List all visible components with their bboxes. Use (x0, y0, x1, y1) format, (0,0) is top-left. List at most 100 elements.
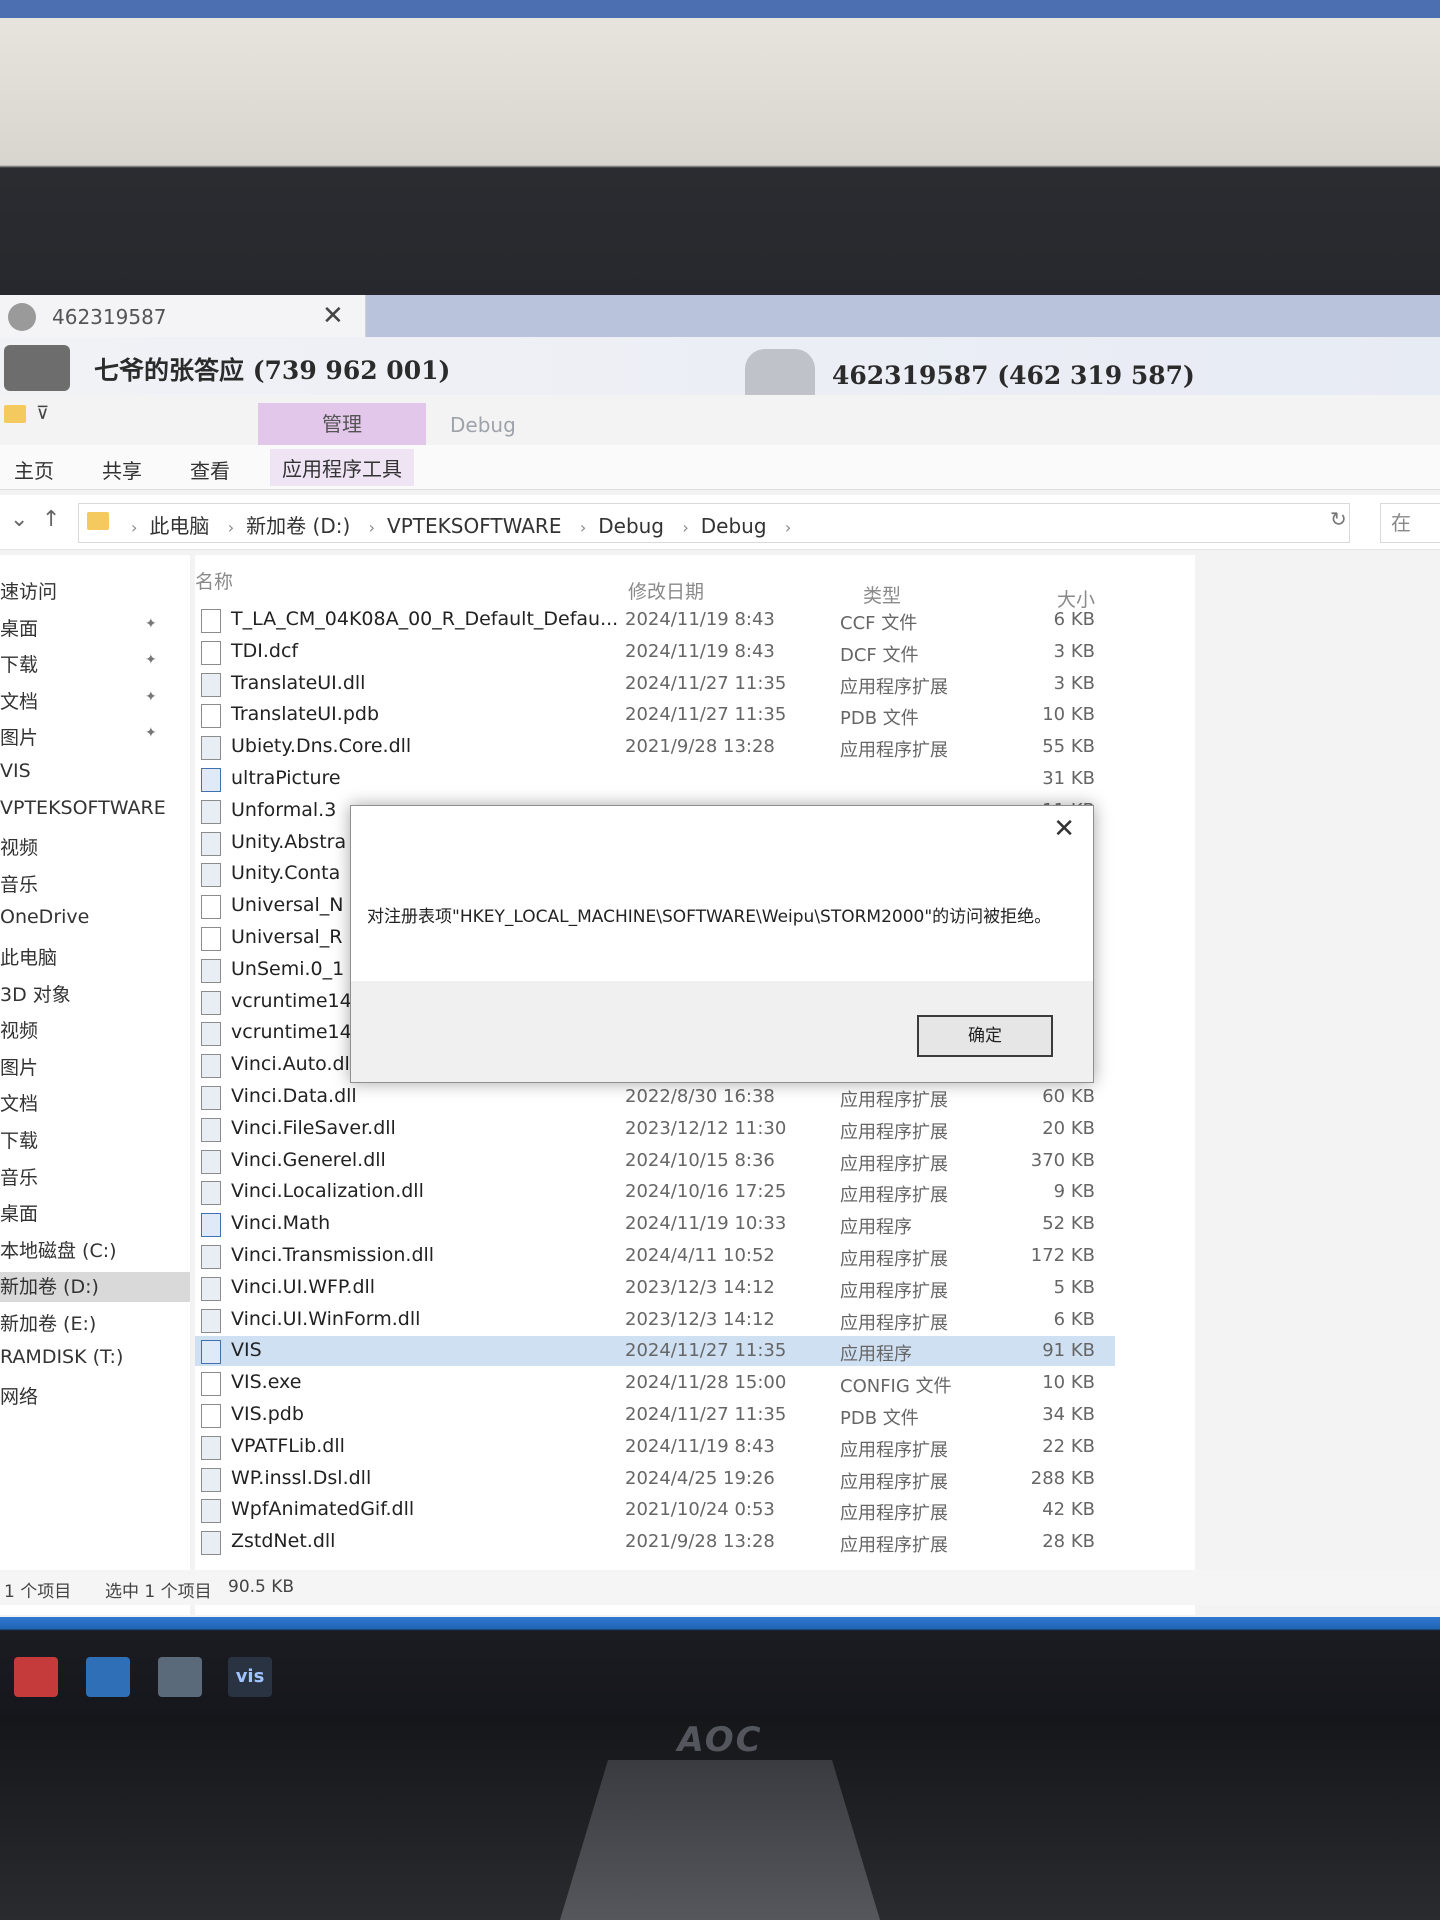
address-box[interactable]: › 此电脑 › 新加卷 (D:) › VPTEKSOFTWARE › Debug › De… (78, 503, 1350, 543)
file-date: 2024/11/19 10:33 (625, 1213, 787, 1235)
sidebar-item[interactable]: 视频 (0, 833, 190, 863)
sidebar-item[interactable]: 下载 ✦ (0, 650, 190, 680)
file-date: 2024/4/25 19:26 (625, 1467, 775, 1489)
search-input[interactable]: 在 (1380, 503, 1440, 543)
sidebar-item[interactable]: 视频 (0, 1016, 190, 1046)
chat-tab[interactable]: 462319587 ✕ (0, 295, 366, 337)
file-row[interactable]: VIS.pdb 2024/11/27 11:35 PDB 文件 34 KB (195, 1400, 1115, 1430)
file-row[interactable]: VPATFLib.dll 2024/11/19 8:43 应用程序扩展 22 KB (195, 1432, 1115, 1462)
file-row[interactable]: VIS 2024/11/27 11:35 应用程序 91 KB (195, 1336, 1115, 1367)
taskbar-explorer-icon[interactable] (86, 1657, 130, 1697)
sidebar-item[interactable]: 音乐 (0, 870, 190, 900)
chevron-right-icon: › (579, 518, 587, 537)
file-row[interactable]: TranslateUI.dll 2024/11/27 11:35 应用程序扩展 3 K… (195, 669, 1115, 699)
status-selected: 选中 1 个项目 (105, 1582, 212, 1602)
status-bar: 1 个项目 选中 1 个项目 90.5 KB (0, 1570, 1440, 1605)
pin-icon[interactable]: ✦ (145, 725, 157, 741)
file-row[interactable]: Vinci.Transmission.dll 2024/4/11 10:52 应用程… (195, 1241, 1115, 1271)
monitor-stand (560, 1760, 880, 1920)
sidebar-item[interactable]: 新加卷 (E:) (0, 1309, 190, 1339)
file-row[interactable]: Vinci.UI.WFP.dll 2023/12/3 14:12 应用程序扩展 5 K… (195, 1273, 1115, 1303)
sidebar-item[interactable]: 图片 (0, 1053, 190, 1083)
pin-icon[interactable]: ✦ (145, 689, 157, 705)
pin-icon[interactable]: ✦ (145, 616, 157, 632)
file-size: 6 KB (1053, 609, 1095, 630)
file-row[interactable]: Ubiety.Dns.Core.dll 2021/9/28 13:28 应用程序扩展… (195, 732, 1115, 762)
file-name: VIS.exe (231, 1371, 302, 1394)
sidebar-item[interactable]: 文档 (0, 1089, 190, 1119)
file-row[interactable]: WP.inssl.Dsl.dll 2024/4/25 19:26 应用程序扩展 288… (195, 1464, 1115, 1494)
file-row[interactable]: TDI.dcf 2024/11/19 8:43 DCF 文件 3 KB (195, 637, 1115, 667)
file-date: 2023/12/3 14:12 (625, 1308, 775, 1330)
file-size: 28 KB (1042, 1531, 1095, 1553)
file-icon (201, 609, 221, 633)
file-row[interactable]: Vinci.Localization.dll 2024/10/16 17:25 应用… (195, 1177, 1115, 1207)
file-row[interactable]: T_LA_CM_04K08A_00_R_Default_Defau... 2024… (195, 605, 1115, 635)
sidebar-item[interactable]: 桌面 ✦ (0, 614, 190, 644)
sidebar-item[interactable]: 下载 (0, 1126, 190, 1156)
breadcrumb-item[interactable]: 此电脑 (149, 514, 209, 538)
tab-home[interactable]: 主页 (14, 455, 54, 484)
up-arrow-icon[interactable]: ↑ (42, 507, 60, 532)
sidebar-item[interactable]: 网络 (0, 1382, 190, 1412)
pin-icon[interactable]: ✦ (145, 652, 157, 668)
taskbar-chat-icon[interactable] (158, 1657, 202, 1697)
file-row[interactable]: WpfAnimatedGif.dll 2021/10/24 0:53 应用程序扩展 4… (195, 1495, 1115, 1525)
column-header-name[interactable]: 名称 (195, 567, 233, 594)
column-header-type[interactable]: 类型 (863, 581, 901, 608)
dll-file-icon (201, 1117, 221, 1142)
folder-icon[interactable] (4, 405, 26, 423)
taskbar-app-icon[interactable] (14, 1657, 58, 1697)
file-row[interactable]: VIS.exe 2024/11/28 15:00 CONFIG 文件 10 KB (195, 1368, 1115, 1398)
tab-view[interactable]: 查看 (190, 455, 230, 484)
ok-button[interactable]: 确定 (917, 1015, 1053, 1057)
dialog-close-icon[interactable]: ✕ (1053, 814, 1075, 844)
breadcrumb-item[interactable]: Debug (701, 514, 767, 538)
file-row[interactable]: Vinci.FileSaver.dll 2023/12/12 11:30 应用程序扩… (195, 1114, 1115, 1144)
sidebar-item-label: 视频 (0, 837, 39, 860)
sidebar-item[interactable]: 桌面 (0, 1199, 190, 1229)
sidebar-item[interactable]: OneDrive (0, 906, 190, 936)
qat-dropdown-icon[interactable]: ⊽ (36, 403, 49, 424)
sidebar-item[interactable]: 3D 对象 (0, 980, 190, 1010)
chat-tab-close-icon[interactable]: ✕ (322, 301, 344, 331)
refresh-icon[interactable]: ↻ (1330, 507, 1347, 531)
file-row[interactable]: Vinci.Math 2024/11/19 10:33 应用程序 52 KB (195, 1209, 1115, 1239)
file-row[interactable]: Vinci.Generel.dll 2024/10/15 8:36 应用程序扩展 37… (195, 1146, 1115, 1176)
column-header-date[interactable]: 修改日期 (628, 577, 704, 604)
file-type: 应用程序扩展 (840, 1185, 948, 1207)
taskbar: vis (0, 1617, 1440, 1715)
file-row[interactable]: ZstdNet.dll 2021/9/28 13:28 应用程序扩展 28 KB (195, 1527, 1115, 1557)
sidebar-item[interactable]: 此电脑 (0, 943, 190, 973)
file-row[interactable]: ultraPicture 31 KB (195, 764, 1115, 794)
file-row[interactable]: Vinci.UI.WinForm.dll 2023/12/3 14:12 应用程序扩… (195, 1305, 1115, 1335)
sidebar-item[interactable]: VIS (0, 760, 190, 790)
file-size: 10 KB (1042, 704, 1095, 726)
breadcrumb-item[interactable]: VPTEKSOFTWARE (387, 514, 561, 538)
sidebar-item[interactable]: 文档 ✦ (0, 687, 190, 717)
file-name: Vinci.Transmission.dll (231, 1244, 435, 1266)
tab-share[interactable]: 共享 (102, 455, 142, 484)
file-name: TranslateUI.dll (231, 671, 366, 694)
file-list: 名称 修改日期 类型 大小 T_LA_CM_04K08A_00_R_Defaul… (195, 555, 1195, 1615)
file-row[interactable]: Vinci.Data.dll 2022/8/30 16:38 应用程序扩展 60 KB (195, 1082, 1115, 1112)
tab-app-tools[interactable]: 应用程序工具 (270, 449, 414, 486)
file-date: 2024/11/19 8:43 (625, 1435, 775, 1457)
recent-locations-icon[interactable]: ⌄ (10, 507, 28, 532)
sidebar-item[interactable]: VPTEKSOFTWARE (0, 797, 190, 827)
sidebar-item[interactable]: 图片 ✦ (0, 723, 190, 753)
sidebar-item-label: 3D 对象 (0, 983, 71, 1006)
dll-file-icon (201, 736, 221, 761)
file-size: 3 KB (1053, 672, 1095, 694)
sidebar-item-label: OneDrive (0, 906, 90, 929)
taskbar-vis-icon[interactable]: vis (228, 1657, 272, 1697)
sidebar-item[interactable]: 本地磁盘 (C:) (0, 1236, 190, 1266)
breadcrumb-item[interactable]: 新加卷 (D:) (246, 514, 350, 538)
breadcrumb-item[interactable]: Debug (598, 514, 664, 538)
sidebar-item[interactable]: 速访问 (0, 577, 190, 607)
file-row[interactable]: TranslateUI.pdb 2024/11/27 11:35 PDB 文件 10 … (195, 700, 1115, 730)
sidebar-item[interactable]: RAMDISK (T:) (0, 1346, 190, 1376)
context-tab-manage[interactable]: 管理 (258, 403, 426, 445)
sidebar-item[interactable]: 新加卷 (D:) (0, 1272, 190, 1303)
sidebar-item[interactable]: 音乐 (0, 1163, 190, 1193)
